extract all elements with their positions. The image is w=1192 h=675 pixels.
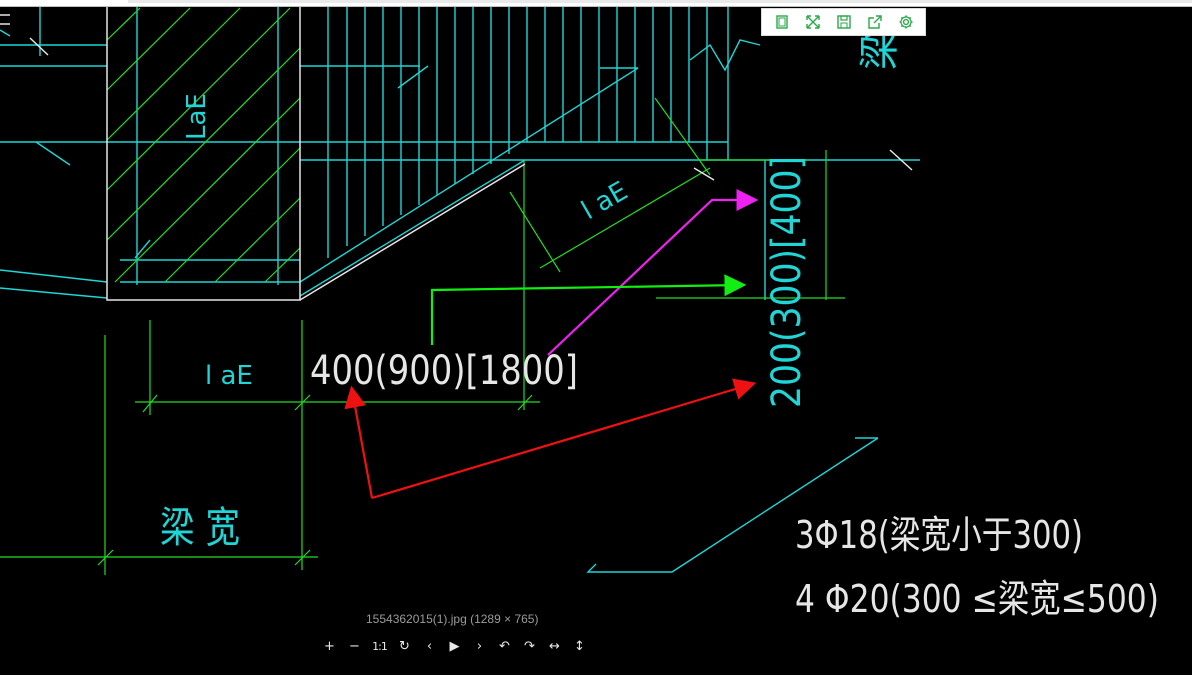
next-button[interactable]: › — [468, 636, 491, 656]
height-dimension-label: 200(300)[400] — [764, 156, 810, 408]
floppy-icon — [836, 15, 851, 29]
rotate-left-button[interactable]: ↶ — [493, 636, 516, 656]
reset-button[interactable]: ↻ — [393, 636, 416, 656]
zoom-in-button[interactable]: + — [318, 636, 341, 656]
flip-horizontal-button[interactable]: ↔ — [543, 636, 566, 656]
previous-button[interactable]: ‹ — [418, 636, 441, 656]
actual-size-button[interactable]: 1:1 — [368, 636, 391, 656]
red-arrow-right — [371, 378, 757, 500]
flip-vertical-button[interactable]: ↕ — [568, 636, 591, 656]
cad-drawing: LaE l aE l aE 400(900)[1800] 200(300)[40… — [0, 6, 1159, 621]
magenta-arrow — [547, 189, 759, 356]
window-icon — [775, 15, 788, 29]
zoom-out-button[interactable]: − — [343, 636, 366, 656]
length-dimension-label: 400(900)[1800] — [310, 348, 578, 394]
lae-label-bottom: l aE — [205, 361, 253, 391]
share-icon — [867, 15, 882, 29]
scrollbar-track — [128, 0, 1192, 3]
beam-width-label: 梁 宽 — [160, 503, 240, 552]
image-caption: 1554362015(1).jpg (1289 × 765) — [366, 612, 539, 626]
settings-button[interactable] — [895, 11, 917, 33]
rebar-spec-line-1: 3Φ18(梁宽小于300) — [795, 513, 1083, 557]
fit-window-button[interactable] — [771, 11, 793, 33]
gear-icon — [899, 15, 912, 29]
save-button[interactable] — [833, 11, 855, 33]
top-right-label: 梁 — [857, 30, 903, 70]
rebar-spec-line-2: 4 Φ20(300 ≤梁宽≤500) — [795, 577, 1159, 621]
lae-label-top: LaE — [182, 93, 212, 140]
beam-hatch — [0, 7, 845, 575]
fullscreen-button[interactable] — [802, 11, 824, 33]
expand-icon — [805, 15, 820, 29]
green-arrow — [430, 274, 747, 345]
viewer-navigation: + − 1:1 ↻ ‹ ▶ › ↶ ↷ ↔ ↕ — [318, 636, 591, 656]
viewer-toolbar — [761, 8, 926, 36]
rotate-right-button[interactable]: ↷ — [518, 636, 541, 656]
window-top-edge — [0, 0, 1192, 7]
share-button[interactable] — [864, 11, 886, 33]
play-button[interactable]: ▶ — [443, 636, 466, 656]
red-arrow-left — [344, 385, 374, 499]
